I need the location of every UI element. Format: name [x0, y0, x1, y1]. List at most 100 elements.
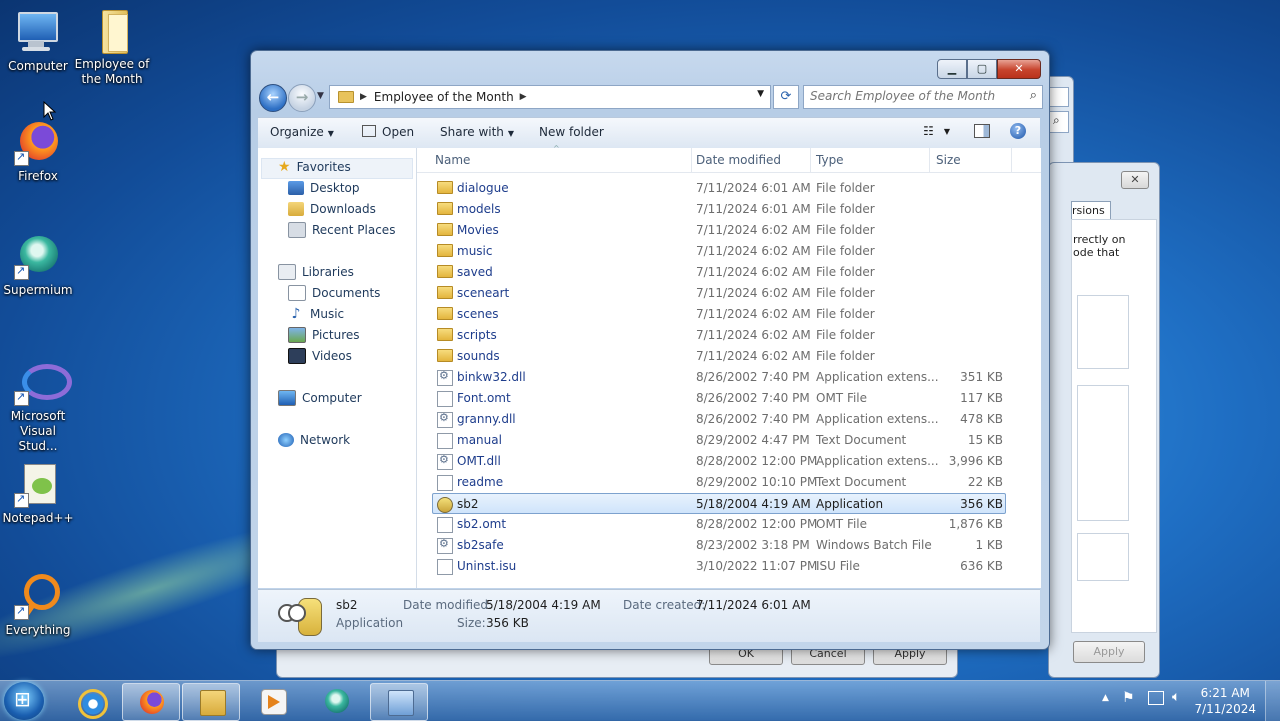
- open-button[interactable]: Open: [362, 125, 414, 139]
- breadcrumb-arrow-icon[interactable]: ▶: [360, 92, 367, 102]
- folder-row[interactable]: scenes 7/11/2024 6:02 AM File folder: [433, 304, 1005, 325]
- taskbar-control-panel[interactable]: [370, 683, 428, 721]
- new-folder-button[interactable]: New folder: [539, 125, 604, 139]
- desktop-icon-everything[interactable]: Everything: [0, 572, 76, 638]
- file-type: File folder: [816, 223, 875, 237]
- file-name: Movies: [457, 223, 499, 237]
- nav-documents[interactable]: Documents: [288, 284, 380, 302]
- nav-pictures[interactable]: Pictures: [288, 326, 360, 344]
- start-button[interactable]: [4, 682, 44, 720]
- folder-row[interactable]: models 7/11/2024 6:01 AM File folder: [433, 199, 1005, 220]
- file-type: Application extens...: [816, 454, 939, 468]
- file-row[interactable]: granny.dll 8/26/2002 7:40 PM Application e…: [433, 409, 1005, 430]
- supermium-icon: [14, 232, 62, 280]
- desktop-icon-supermium[interactable]: Supermium: [0, 232, 76, 298]
- close-icon[interactable]: ✕: [1121, 171, 1149, 189]
- nav-downloads[interactable]: Downloads: [288, 200, 376, 218]
- file-row[interactable]: Uninst.isu 3/10/2022 11:07 PM ISU File 636 …: [433, 556, 1005, 577]
- file-row[interactable]: OMT.dll 8/28/2002 12:00 PMApplication ext…: [433, 451, 1005, 472]
- desktop-icon-firefox[interactable]: Firefox: [0, 118, 76, 184]
- file-row[interactable]: Font.omt 8/26/2002 7:40 PM OMT File 117 KB: [433, 388, 1005, 409]
- search-input[interactable]: [804, 86, 1015, 106]
- file-row[interactable]: readme 8/29/2002 10:10 PM Text Document 22 …: [433, 472, 1005, 493]
- show-desktop-button[interactable]: [1265, 681, 1280, 721]
- preview-pane-icon[interactable]: [974, 124, 990, 138]
- desktop-icon-visual-studio[interactable]: Microsoft Visual Stud...: [0, 358, 76, 454]
- taskbar-supermium[interactable]: [308, 683, 364, 719]
- desktop-icon-computer[interactable]: Computer: [0, 8, 76, 74]
- file-name: sounds: [457, 349, 500, 363]
- search-box[interactable]: ⌕: [803, 85, 1043, 109]
- refresh-button[interactable]: ⟳: [773, 85, 799, 109]
- maximize-button[interactable]: ▢: [967, 59, 997, 79]
- change-view-icon[interactable]: ☷: [923, 124, 934, 138]
- breadcrumb-arrow-icon[interactable]: ▶: [520, 92, 527, 102]
- desktop-icon-employee-of-the-month[interactable]: Employee of the Month: [74, 6, 150, 87]
- folder-row[interactable]: sounds 7/11/2024 6:02 AM File folder: [433, 346, 1005, 367]
- desktop-icon-label: Firefox: [18, 169, 58, 183]
- file-row[interactable]: manual 8/29/2002 4:47 PM Text Document 15 K…: [433, 430, 1005, 451]
- caption-buttons: ▁ ▢ ✕: [937, 59, 1041, 79]
- file-row[interactable]: binkw32.dll 8/26/2002 7:40 PM Application …: [433, 367, 1005, 388]
- file-row[interactable]: sb2safe 8/23/2002 3:18 PM Windows Batch Fi…: [433, 535, 1005, 556]
- folder-row[interactable]: saved 7/11/2024 6:02 AM File folder: [433, 262, 1005, 283]
- share-with-button[interactable]: Share with ▼: [440, 125, 514, 139]
- column-date-modified[interactable]: Date modified: [696, 153, 781, 167]
- show-hidden-icons-icon[interactable]: ▲: [1102, 693, 1109, 703]
- folder-row[interactable]: sceneart 7/11/2024 6:02 AM File folder: [433, 283, 1005, 304]
- nav-recent-places[interactable]: Recent Places: [288, 221, 395, 239]
- file-name: scenes: [457, 307, 499, 321]
- breadcrumb-location[interactable]: Employee of the Month: [374, 90, 514, 104]
- folder-row[interactable]: Movies 7/11/2024 6:02 AM File folder: [433, 220, 1005, 241]
- column-type[interactable]: Type: [816, 153, 844, 167]
- action-center-flag-icon[interactable]: ⚑: [1122, 690, 1135, 706]
- taskbar-media-player[interactable]: [244, 683, 300, 719]
- nav-desktop[interactable]: Desktop: [288, 179, 360, 197]
- address-dropdown-icon[interactable]: ▼: [757, 89, 764, 99]
- nav-computer[interactable]: Computer: [278, 389, 362, 407]
- taskbar-windows-explorer[interactable]: [182, 683, 240, 721]
- network-icon[interactable]: [1148, 691, 1164, 705]
- folder-row[interactable]: music 7/11/2024 6:02 AM File folder: [433, 241, 1005, 262]
- file-size: 22 KB: [967, 475, 1003, 489]
- file-name: saved: [457, 265, 493, 279]
- help-icon[interactable]: ?: [1010, 123, 1026, 139]
- recent-pages-dropdown-icon[interactable]: ▼: [317, 91, 324, 101]
- nav-libraries[interactable]: Libraries: [278, 263, 354, 281]
- network-icon: [278, 433, 294, 447]
- details-date-modified-label: Date modified:: [403, 598, 493, 612]
- close-button[interactable]: ✕: [997, 59, 1041, 79]
- desktop-icon-notepad-plus-plus[interactable]: Notepad++: [0, 460, 76, 526]
- column-name[interactable]: Name: [435, 153, 470, 167]
- document-icon: [437, 559, 453, 575]
- forward-button[interactable]: →: [288, 84, 316, 112]
- file-row[interactable]: sb2 5/18/2004 4:19 AM Application 356 KB: [432, 493, 1006, 514]
- nav-videos[interactable]: Videos: [288, 347, 352, 365]
- nav-music[interactable]: ♪ Music: [288, 305, 345, 323]
- taskbar-firefox[interactable]: [122, 683, 180, 721]
- nav-favorites[interactable]: ★ Favorites: [278, 158, 351, 176]
- file-row[interactable]: sb2.omt 8/28/2002 12:00 PM OMT File 1,876 K…: [433, 514, 1005, 535]
- address-bar[interactable]: ▶ Employee of the Month ▶ ▼: [329, 85, 771, 109]
- clock[interactable]: 6:21 AM 7/11/2024: [1194, 685, 1256, 717]
- folder-row[interactable]: dialogue 7/11/2024 6:01 AM File folder: [433, 178, 1005, 199]
- nav-network[interactable]: Network: [278, 431, 350, 449]
- tab-versions[interactable]: rsions: [1071, 201, 1111, 221]
- document-icon: [437, 391, 453, 407]
- chevron-down-icon[interactable]: ▼: [944, 127, 950, 136]
- background-properties-dialog[interactable]: ✕ rsions rrectly on ode that Apply: [1048, 162, 1160, 678]
- back-button[interactable]: ←: [259, 84, 287, 112]
- taskbar-internet-explorer[interactable]: [62, 683, 118, 719]
- minimize-button[interactable]: ▁: [937, 59, 967, 79]
- volume-icon[interactable]: 🔈︎: [1172, 689, 1180, 705]
- file-name: sb2: [457, 497, 479, 511]
- apply-button-back[interactable]: Apply: [1073, 641, 1145, 663]
- folder-row[interactable]: scripts 7/11/2024 6:02 AM File folder: [433, 325, 1005, 346]
- folder-icon: [437, 244, 453, 257]
- taskbar: ▲ ⚑ 🔈︎ 6:21 AM 7/11/2024: [0, 680, 1280, 721]
- file-name: Uninst.isu: [457, 559, 517, 573]
- explorer-window[interactable]: ▁ ▢ ✕ ← → ▼ ▶ Employee of the Month ▶ ▼ …: [250, 50, 1050, 650]
- organize-button[interactable]: Organize ▼: [270, 125, 334, 139]
- column-size[interactable]: Size: [936, 153, 961, 167]
- file-name: binkw32.dll: [457, 370, 526, 384]
